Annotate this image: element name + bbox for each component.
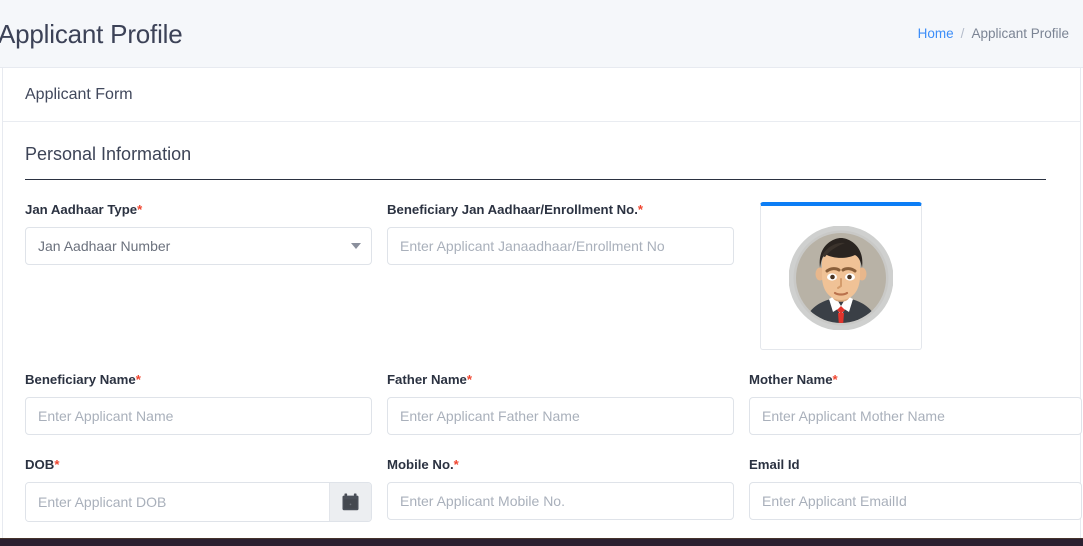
card-header: Applicant Form — [3, 68, 1080, 122]
label-email-id: Email Id — [749, 457, 1082, 473]
label-text: DOB — [25, 456, 55, 472]
label-dob: DOB* — [25, 457, 372, 473]
field-email-id: Email Id — [749, 457, 1082, 522]
applicant-photo-card[interactable] — [760, 202, 922, 350]
applicant-form-card: Applicant Form Personal Information Jan … — [2, 68, 1082, 546]
form-row-3: DOB* Mobile No.* — [25, 457, 1082, 522]
required-marker: * — [832, 372, 838, 387]
dob-calendar-button[interactable] — [329, 482, 371, 521]
form-row-2: Beneficiary Name* Father Name* Mother Na… — [25, 372, 1082, 435]
label-mobile-no: Mobile No.* — [387, 457, 734, 473]
breadcrumb: Home / Applicant Profile — [918, 26, 1069, 41]
field-mother-name: Mother Name* — [749, 372, 1082, 435]
field-father-name: Father Name* — [387, 372, 734, 435]
breadcrumb-current: Applicant Profile — [971, 26, 1069, 41]
mobile-no-input[interactable] — [387, 481, 734, 520]
label-text: Mobile No. — [387, 456, 454, 472]
field-dob: DOB* — [25, 457, 372, 522]
page-title: Applicant Profile — [0, 18, 183, 49]
required-marker: * — [453, 456, 459, 472]
dob-input[interactable] — [26, 482, 329, 521]
field-mobile-no: Mobile No.* — [387, 457, 734, 522]
field-jan-aadhaar-type: Jan Aadhaar Type* Jan Aadhaar Number — [25, 202, 372, 350]
section-title-personal-information: Personal Information — [25, 144, 192, 164]
required-marker: * — [135, 372, 141, 387]
beneficiary-jan-aadhaar-no-input[interactable] — [387, 226, 734, 265]
label-text: Beneficiary Name — [25, 372, 136, 387]
field-beneficiary-jan-aadhaar-no: Beneficiary Jan Aadhaar/Enrollment No.* — [387, 202, 734, 350]
required-marker: * — [137, 202, 143, 217]
page-header: Applicant Profile Home / Applicant Profi… — [0, 0, 1083, 68]
breadcrumb-home-link[interactable]: Home — [918, 26, 954, 41]
label-jan-aadhaar-type: Jan Aadhaar Type* — [25, 202, 372, 218]
label-beneficiary-jan-aadhaar-no: Beneficiary Jan Aadhaar/Enrollment No.* — [387, 202, 734, 218]
label-text: Father Name — [387, 372, 467, 387]
label-text: Mother Name — [749, 372, 833, 387]
jan-aadhaar-type-select-wrap: Jan Aadhaar Number — [25, 226, 372, 265]
email-id-input[interactable] — [749, 481, 1082, 520]
bottom-strip — [0, 538, 1083, 546]
label-mother-name: Mother Name* — [749, 372, 1082, 388]
card-body: Personal Information Jan Aadhaar Type* J… — [3, 122, 1082, 546]
required-marker: * — [466, 372, 473, 387]
jan-aadhaar-type-select[interactable]: Jan Aadhaar Number — [25, 226, 372, 265]
calendar-icon — [342, 493, 359, 510]
dob-input-group — [25, 481, 372, 522]
father-name-input[interactable] — [387, 396, 734, 435]
label-text: Email Id — [749, 456, 800, 472]
beneficiary-name-input[interactable] — [25, 396, 372, 435]
breadcrumb-separator: / — [960, 26, 965, 41]
section-divider — [25, 179, 1046, 180]
mother-name-input[interactable] — [749, 396, 1082, 435]
field-beneficiary-name: Beneficiary Name* — [25, 372, 372, 435]
label-beneficiary-name: Beneficiary Name* — [25, 372, 372, 388]
label-father-name: Father Name* — [387, 372, 734, 388]
label-text: Jan Aadhaar Type — [25, 202, 138, 217]
required-marker: * — [637, 202, 644, 217]
applicant-avatar-photo-icon — [789, 225, 893, 330]
required-marker: * — [54, 456, 60, 472]
applicant-photo-container — [760, 202, 922, 350]
card-header-title: Applicant Form — [25, 86, 133, 103]
label-text: Beneficiary Jan Aadhaar/Enrollment No. — [387, 202, 638, 217]
form-row-1: Jan Aadhaar Type* Jan Aadhaar Number Ben… — [25, 202, 1058, 350]
